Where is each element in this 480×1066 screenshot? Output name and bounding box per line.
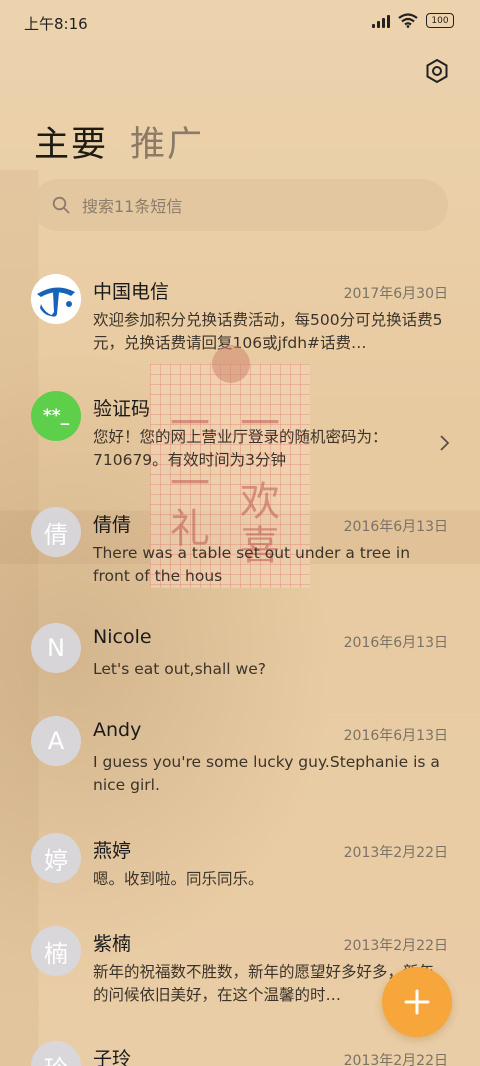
status-bar: 上午8:16 100 [0,0,480,46]
settings-icon [426,58,448,84]
conversation-row[interactable]: **_ 验证码 您好！您的网上营业厅登录的随机密码为：710679。有效时间为3… [0,376,480,486]
message-preview: 欢迎参加积分兑换话费活动，每500分可兑换话费5元，兑换话费请回复106或jfd… [93,311,443,352]
message-date: 2016年6月13日 [343,728,448,744]
battery-level: 100 [431,15,449,26]
contact-avatar: A [31,716,81,766]
message-preview: There was a table set out under a tree i… [93,544,411,585]
verification-code-avatar: **_ [31,391,81,441]
message-date: 2013年2月22日 [343,938,448,954]
sender-name: Andy [93,719,142,741]
message-preview: I guess you're some lucky guy.Stephanie … [93,753,440,794]
sender-name: Nicole [93,626,152,648]
sender-name: 中国电信 [93,281,170,303]
search-icon [52,196,70,214]
message-preview: 您好！您的网上营业厅登录的随机密码为：710679。有效时间为3分钟 [93,428,388,469]
contact-avatar: 楠 [31,926,81,976]
battery-icon: 100 [426,13,454,28]
new-message-button[interactable] [382,967,452,1037]
conversation-row[interactable]: N Nicole 2016年6月13日 Let's eat out,shall … [0,608,480,698]
conversation-row[interactable]: 倩 倩倩 2016年6月13日 There was a table set ou… [0,492,480,602]
sender-name: 紫楠 [93,933,132,955]
signal-icon [372,14,390,28]
message-preview: 嗯。收到啦。同乐同乐。 [93,870,264,888]
status-time: 上午8:16 [24,15,88,33]
search-placeholder: 搜索11条短信 [82,197,183,216]
settings-button[interactable] [422,56,452,86]
message-date: 2013年2月22日 [343,845,448,861]
telecom-logo-avatar [31,274,81,324]
tab-bar: 主要 推广 [34,116,204,167]
contact-avatar: 玲 [31,1041,81,1066]
search-bar[interactable]: 搜索11条短信 [32,179,448,231]
sender-name: 燕婷 [93,840,132,862]
sender-name: 验证码 [93,398,151,420]
message-date: 2016年6月13日 [343,519,448,535]
touch-indicator [212,345,250,383]
message-preview: Let's eat out,shall we? [93,660,266,678]
message-date: 2017年6月30日 [343,286,448,302]
sender-name: 倩倩 [93,514,132,536]
status-icons: 100 [372,13,454,28]
tab-promotions[interactable]: 推广 [130,116,204,167]
tab-primary[interactable]: 主要 [34,116,108,167]
contact-avatar: 倩 [31,507,81,557]
message-date: 2016年6月13日 [343,635,448,651]
contact-avatar: N [31,623,81,673]
chevron-right-icon[interactable] [438,434,450,452]
plus-icon [404,989,430,1015]
conversation-row[interactable]: A Andy 2016年6月13日 I guess you're some lu… [0,701,480,811]
contact-avatar: 婷 [31,833,81,883]
telecom-logo-icon [31,274,81,324]
conversation-row[interactable]: 婷 燕婷 2013年2月22日 嗯。收到啦。同乐同乐。 [0,818,480,908]
wifi-icon [398,13,418,28]
sender-name: 子玲 [93,1048,132,1066]
message-date: 2013年2月22日 [343,1053,448,1066]
